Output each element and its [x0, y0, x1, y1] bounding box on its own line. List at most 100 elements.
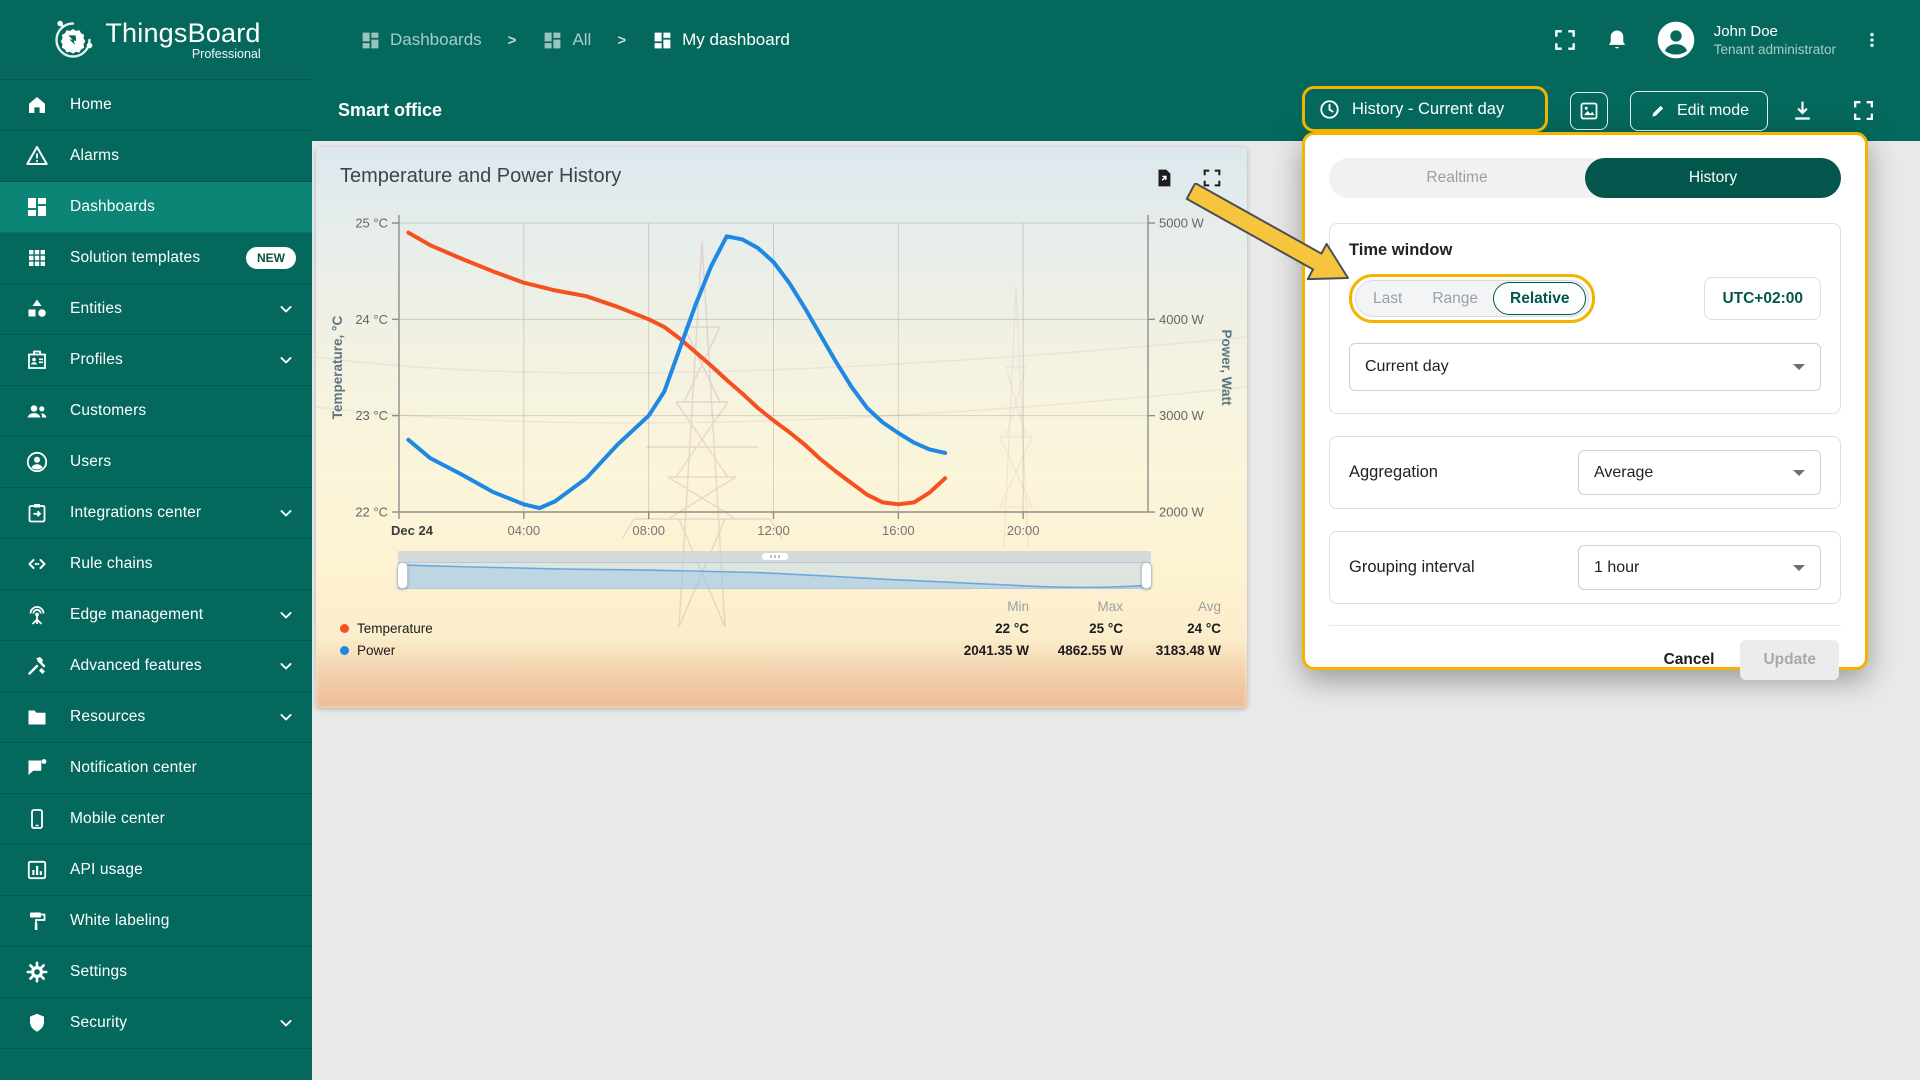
grouping-interval-card: Grouping interval 1 hour [1329, 531, 1841, 604]
user-role: Tenant administrator [1713, 42, 1836, 57]
brand-name: ThingsBoard [105, 18, 261, 48]
breadcrumb-separator: > [507, 31, 517, 49]
time-window-card: Time window Last Range Relative UTC+02:0… [1329, 223, 1841, 414]
chevron-down-icon [276, 503, 296, 523]
expand-fullscreen-icon[interactable] [1851, 98, 1876, 123]
fullscreen-icon[interactable] [1552, 27, 1578, 53]
antenna-icon [25, 603, 49, 627]
sidebar-item-white-labeling[interactable]: White labeling [0, 896, 312, 947]
dashboard-title: Smart office [338, 100, 443, 120]
update-button[interactable]: Update [1740, 640, 1839, 680]
export-file-icon[interactable] [1153, 167, 1175, 189]
edit-mode-button[interactable]: Edit mode [1629, 90, 1768, 131]
grouping-interval-select[interactable]: 1 hour [1578, 545, 1821, 590]
breadcrumb-item-dashboards[interactable]: Dashboards [360, 30, 482, 51]
pencil-icon [1649, 102, 1667, 120]
chart-widget: Temperature and Power History 25 °C 5000 … [316, 147, 1247, 708]
legend-max-temperature: 25 °C [1089, 621, 1123, 636]
sidebar-item-advanced-features[interactable]: Advanced features [0, 641, 312, 692]
sidebar-item-edge-management[interactable]: Edge management [0, 590, 312, 641]
sidebar-item-customers[interactable]: Customers [0, 386, 312, 437]
chevron-down-icon [1793, 364, 1805, 370]
aggregation-select[interactable]: Average [1578, 450, 1821, 495]
tab-history[interactable]: History [1585, 158, 1841, 198]
legend-min-power: 2041.35 W [963, 643, 1029, 658]
breadcrumb-separator: > [617, 31, 627, 49]
svg-text:Power, Watt: Power, Watt [1219, 329, 1234, 406]
sidebar-item-security[interactable]: Security [0, 998, 312, 1049]
time-window-heading: Time window [1349, 241, 1453, 259]
scrubber-track[interactable] [398, 551, 1151, 562]
svg-text:24 °C: 24 °C [355, 312, 388, 327]
sidebar-item-users[interactable]: Users [0, 437, 312, 488]
svg-text:25 °C: 25 °C [355, 216, 388, 231]
interval-select[interactable]: Current day [1349, 343, 1821, 391]
sidebar-item-profiles[interactable]: Profiles [0, 335, 312, 386]
scrubber-selection[interactable] [397, 562, 1152, 589]
sidebar-item-alarms[interactable]: Alarms [0, 131, 312, 182]
legend-series-temperature[interactable]: Temperature [340, 621, 937, 636]
scrubber-handle-right[interactable] [1141, 562, 1152, 589]
scrubber-grip[interactable] [761, 553, 788, 560]
timezone-button[interactable]: UTC+02:00 [1704, 277, 1821, 320]
app-logo[interactable]: ThingsBoard Professional [0, 0, 312, 80]
more-menu-icon[interactable] [1862, 30, 1882, 50]
legend-header-max: Max [1097, 599, 1123, 614]
legend-header-avg: Avg [1197, 599, 1221, 614]
badge-icon [25, 348, 49, 372]
mode-relative[interactable]: Relative [1493, 282, 1587, 315]
dashboard-icon [652, 30, 673, 51]
svg-text:04:00: 04:00 [508, 523, 541, 538]
clock-icon [1318, 98, 1341, 121]
legend-avg-power: 3183.48 W [1155, 643, 1221, 658]
mode-last[interactable]: Last [1358, 290, 1417, 308]
image-gallery-button[interactable] [1569, 91, 1608, 130]
dashboard-icon [25, 195, 49, 219]
notifications-bell-icon[interactable] [1604, 27, 1630, 53]
sidebar-item-settings[interactable]: Settings [0, 947, 312, 998]
dashboard-icon [360, 30, 381, 51]
timewindow-button[interactable]: History - Current day [1302, 86, 1548, 132]
sidebar-item-dashboards[interactable]: Dashboards [0, 182, 312, 233]
thingsboard-logo-icon [51, 18, 95, 62]
avatar[interactable] [1656, 20, 1696, 60]
sidebar-menu: Home Alarms Dashboards Solution template… [0, 80, 312, 1049]
realtime-history-tabs: Realtime History [1329, 158, 1841, 198]
breadcrumb-item-my-dashboard[interactable]: My dashboard [652, 30, 790, 51]
legend-header-min: Min [1007, 599, 1029, 614]
svg-text:Dec 24: Dec 24 [391, 523, 434, 538]
sidebar-item-api-usage[interactable]: API usage [0, 845, 312, 896]
svg-text:12:00: 12:00 [757, 523, 790, 538]
svg-text:08:00: 08:00 [632, 523, 665, 538]
download-icon[interactable] [1790, 98, 1815, 123]
breadcrumb: Dashboards > All > My dashboard [360, 30, 790, 51]
sidebar-item-solution-templates[interactable]: Solution templates NEW [0, 233, 312, 284]
sidebar-item-resources[interactable]: Resources [0, 692, 312, 743]
sidebar-item-integrations-center[interactable]: Integrations center [0, 488, 312, 539]
warning-icon [25, 144, 49, 168]
people-icon [25, 399, 49, 423]
series-color-dot [340, 624, 349, 633]
sidebar-item-mobile-center[interactable]: Mobile center [0, 794, 312, 845]
sidebar-item-entities[interactable]: Entities [0, 284, 312, 335]
sidebar-item-rule-chains[interactable]: Rule chains [0, 539, 312, 590]
message-icon [25, 756, 49, 780]
new-badge: NEW [246, 247, 296, 269]
time-range-scrubber [397, 551, 1152, 589]
chevron-down-icon [276, 707, 296, 727]
chevron-down-icon [276, 299, 296, 319]
timewindow-popup: Realtime History Time window Last Range … [1302, 132, 1868, 680]
legend-series-power[interactable]: Power [340, 643, 937, 658]
sidebar-item-home[interactable]: Home [0, 80, 312, 131]
widget-fullscreen-icon[interactable] [1201, 167, 1223, 189]
category-icon [25, 297, 49, 321]
scrubber-handle-left[interactable] [397, 562, 408, 589]
svg-text:22 °C: 22 °C [355, 505, 388, 520]
cancel-button[interactable]: Cancel [1650, 641, 1729, 679]
svg-text:Temperature, °C: Temperature, °C [330, 316, 345, 420]
tab-realtime[interactable]: Realtime [1329, 158, 1585, 198]
sidebar-item-notification-center[interactable]: Notification center [0, 743, 312, 794]
mode-range[interactable]: Range [1417, 290, 1493, 308]
timewindow-mode-toggle: Last Range Relative [1355, 280, 1590, 317]
breadcrumb-item-all[interactable]: All [542, 30, 591, 51]
